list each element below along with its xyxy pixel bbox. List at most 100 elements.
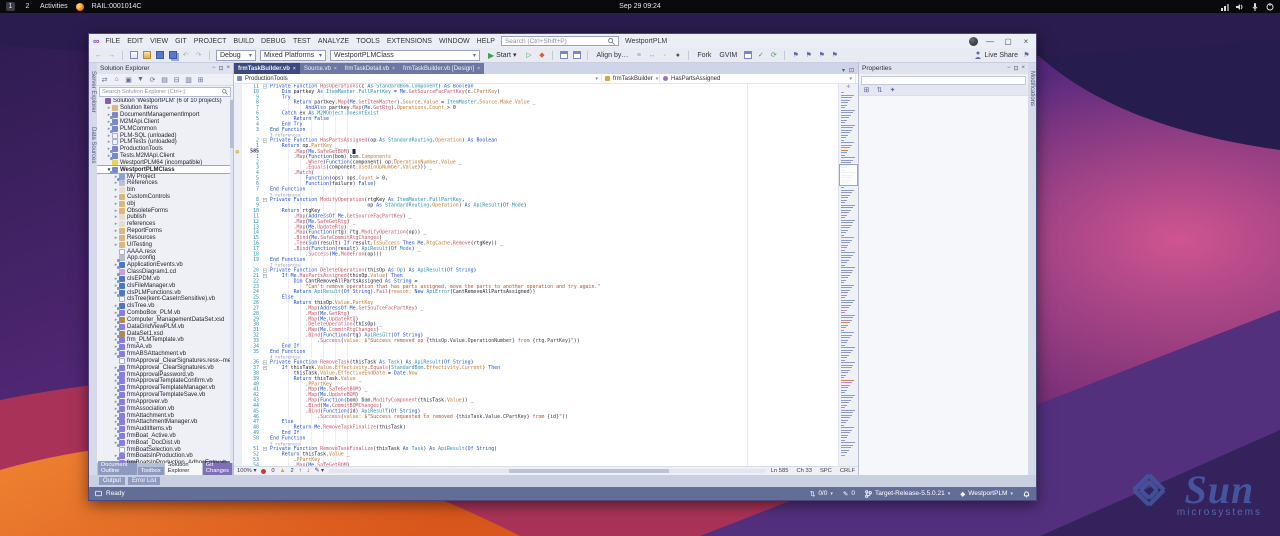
collapse-all-icon[interactable]: ⊟ bbox=[172, 74, 181, 85]
menu-window[interactable]: WINDOW bbox=[439, 38, 470, 45]
compare-files-icon[interactable] bbox=[743, 50, 752, 61]
bookmark-toggle-icon[interactable]: ⚑ bbox=[791, 50, 800, 61]
next-issue-icon[interactable]: ↓ bbox=[307, 468, 310, 474]
workspace-2[interactable]: 2 bbox=[23, 2, 32, 11]
panel-tab-error-list[interactable]: Error List bbox=[128, 477, 160, 485]
tree-item[interactable]: ▸DataGridViewPLM.vb bbox=[97, 323, 233, 330]
modifications-tab[interactable]: Modifications bbox=[1029, 71, 1035, 106]
tree-item[interactable]: ▸PLM-SQL (unloaded) bbox=[97, 132, 233, 139]
tree-item[interactable]: App.config bbox=[97, 255, 233, 262]
redo-icon[interactable]: ↷ bbox=[194, 50, 203, 61]
tree-item[interactable]: ▸frmApprover.vb bbox=[97, 398, 233, 405]
properties-icon[interactable]: ⊞ bbox=[196, 74, 205, 85]
bookmark-next-icon[interactable]: ⚑ bbox=[817, 50, 826, 61]
tree-item[interactable]: ▸clsFileManager.vb bbox=[97, 282, 233, 289]
tree-item[interactable]: ▸Tests.M2MApi.Client bbox=[97, 153, 233, 160]
save-icon[interactable] bbox=[155, 50, 164, 61]
tree-item[interactable]: ▸frmApproval_ClearSignatures.vb bbox=[97, 364, 233, 371]
workspace-1[interactable]: 1 bbox=[6, 2, 15, 11]
tree-item[interactable]: ▸frm_PLMTemplate.vb bbox=[97, 337, 233, 344]
dock-tab-document-outline[interactable]: Document Outline bbox=[98, 461, 137, 475]
maximize-button[interactable]: ▢ bbox=[1002, 37, 1014, 46]
tree-item[interactable]: AAAA.resx bbox=[97, 248, 233, 255]
tree-item[interactable]: ▸DocumentManagementImport bbox=[97, 112, 233, 119]
bookmark-clear-icon[interactable]: ⚑ bbox=[830, 50, 839, 61]
minimap-viewport[interactable] bbox=[839, 164, 858, 186]
minimize-button[interactable]: — bbox=[984, 37, 996, 46]
close-tab-icon[interactable]: × bbox=[293, 66, 296, 72]
pin-icon[interactable]: ⊡ bbox=[1013, 65, 1018, 72]
dock-tab-solution-explorer[interactable]: Solution Explorer bbox=[165, 461, 202, 475]
document-tab[interactable]: frmTaskDetail.vb× bbox=[341, 63, 399, 74]
tree-item[interactable]: ▸publish bbox=[97, 214, 233, 221]
tree-item[interactable]: ▸CustomControls bbox=[97, 194, 233, 201]
tree-item[interactable]: ▸My Project bbox=[97, 173, 233, 180]
properties-grid[interactable] bbox=[859, 96, 1028, 475]
menu-file[interactable]: FILE bbox=[105, 38, 120, 45]
close-panel-icon[interactable]: × bbox=[1021, 65, 1025, 72]
menu-test[interactable]: TEST bbox=[293, 38, 311, 45]
collapse-region-icon[interactable]: − bbox=[263, 198, 267, 202]
eol-indicator[interactable]: CRLF bbox=[840, 468, 855, 474]
panel-menu-icon[interactable]: − bbox=[1007, 65, 1011, 72]
refresh-icon[interactable]: ⟳ bbox=[148, 74, 157, 85]
user-avatar[interactable] bbox=[969, 37, 978, 46]
data-sources-tab[interactable]: Data Sources bbox=[90, 127, 96, 163]
menu-debug[interactable]: DEBUG bbox=[261, 38, 286, 45]
project-dropdown[interactable]: ProductionTools▾ bbox=[234, 74, 602, 83]
panel-menu-icon[interactable]: − bbox=[212, 65, 216, 72]
global-search-input[interactable]: Search (Ctrl+Shift+P) bbox=[501, 36, 619, 46]
open-file-icon[interactable] bbox=[142, 50, 151, 61]
collapse-region-icon[interactable]: − bbox=[263, 447, 267, 451]
firefox-icon[interactable] bbox=[76, 3, 84, 11]
panel-tab-output[interactable]: Output bbox=[99, 477, 125, 485]
property-pages-icon[interactable]: ✦ bbox=[888, 85, 897, 96]
line-indicator[interactable]: Ln 585 bbox=[771, 468, 789, 474]
tree-item[interactable]: Solution 'WestportPLM' (6 of 10 projects… bbox=[97, 98, 233, 105]
tree-item[interactable]: ▸bin bbox=[97, 187, 233, 194]
menu-edit[interactable]: EDIT bbox=[127, 38, 143, 45]
git-branch[interactable]: Target-Release-5.5.0.21▾ bbox=[865, 490, 950, 498]
code-editor[interactable]: 11−Private Function HasOperations(c As S… bbox=[234, 84, 858, 466]
column-indicator[interactable]: Ch 33 bbox=[796, 468, 811, 474]
word-wrap-icon[interactable]: ↔ bbox=[647, 50, 656, 61]
show-all-files-icon[interactable]: ▥ bbox=[184, 74, 193, 85]
save-all-icon[interactable] bbox=[168, 50, 177, 61]
alphabetical-icon[interactable]: ⇅ bbox=[875, 85, 884, 96]
tree-item[interactable]: ▸clsPLMFunctions.vb bbox=[97, 289, 233, 296]
gvim-button[interactable]: GVIM bbox=[717, 52, 739, 59]
network-icon[interactable] bbox=[1221, 3, 1229, 11]
tree-item[interactable]: ClassDiagram1.cd bbox=[97, 269, 233, 276]
tree-item[interactable]: ▸frmAttachmentManager.vb bbox=[97, 419, 233, 426]
categorized-icon[interactable]: ⊞ bbox=[862, 85, 871, 96]
tree-item[interactable]: WestportPLM64 (incompatible) bbox=[97, 159, 233, 166]
zoom-dropdown[interactable]: 100% ▾ bbox=[237, 468, 256, 474]
active-app-title[interactable]: RAIL:0001014C bbox=[92, 3, 142, 10]
microphone-icon[interactable] bbox=[1251, 3, 1259, 11]
tree-item[interactable]: ▸References bbox=[97, 180, 233, 187]
tree-item[interactable]: ▸frmBoatsInProduction.vb bbox=[97, 453, 233, 460]
sync-refresh-icon[interactable]: ⟳ bbox=[769, 50, 778, 61]
menu-extensions[interactable]: EXTENSIONS bbox=[387, 38, 432, 45]
tree-item[interactable]: ▸ComboBox_PLM.vb bbox=[97, 310, 233, 317]
tree-item[interactable]: ▸frmBoat_Active.vb bbox=[97, 433, 233, 440]
preview-window-icon[interactable] bbox=[572, 50, 581, 61]
tree-item[interactable]: ▸ApplicationEvents.vb bbox=[97, 262, 233, 269]
tree-item[interactable]: ▸frmBoatsInProduction_AdhocEntry.vb bbox=[97, 460, 233, 463]
tree-item[interactable]: ▸M2MApi.Client bbox=[97, 118, 233, 125]
collapse-region-icon[interactable]: − bbox=[263, 366, 267, 370]
warning-count[interactable]: 2 bbox=[291, 468, 294, 474]
scroll-up-icon[interactable]: ✛ bbox=[839, 84, 858, 90]
tree-item[interactable]: ▸clsEPDM.vb bbox=[97, 276, 233, 283]
tree-item[interactable]: ▸Solution Items bbox=[97, 105, 233, 112]
minimap-scrollbar[interactable]: ✛ bbox=[838, 84, 858, 466]
nav-back-icon[interactable]: ← bbox=[94, 50, 103, 61]
pencil-icon[interactable]: ✎ ▾ bbox=[315, 468, 324, 474]
tree-item[interactable]: ▸clsTree.vb bbox=[97, 303, 233, 310]
menu-build[interactable]: BUILD bbox=[233, 38, 254, 45]
new-project-icon[interactable] bbox=[129, 50, 138, 61]
whitespace-icon[interactable]: · bbox=[660, 50, 669, 61]
tree-item[interactable]: ▸obj bbox=[97, 200, 233, 207]
tree-item[interactable]: ▸frmApprovalTemplateManager.vb bbox=[97, 385, 233, 392]
tree-item[interactable]: frmApproval_ClearSignatures.resx--merged bbox=[97, 357, 233, 364]
